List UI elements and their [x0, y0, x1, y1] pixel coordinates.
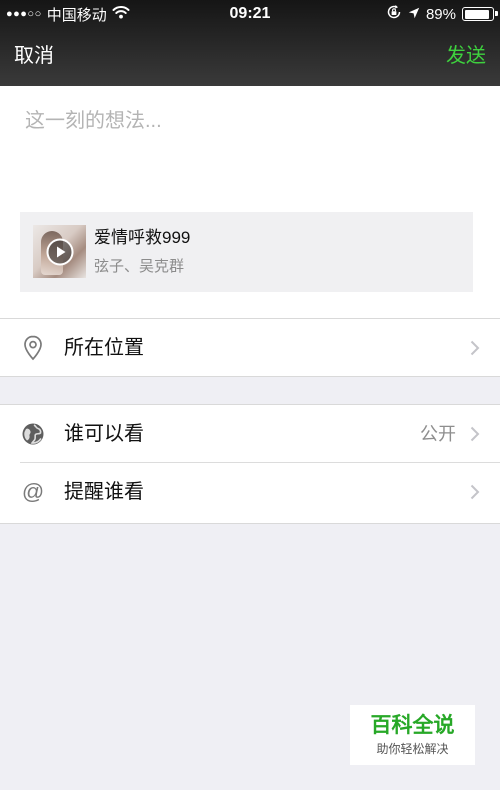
at-icon: @ [20, 479, 46, 505]
at-glyph: @ [21, 479, 45, 504]
mention-row[interactable]: @ 提醒谁看 [0, 462, 500, 521]
song-artist: 弦子、吴克群 [94, 258, 185, 275]
battery-icon [462, 7, 498, 21]
visibility-row[interactable]: 谁可以看 公开 [0, 405, 500, 463]
album-thumbnail [33, 225, 86, 278]
chevron-right-icon [470, 484, 480, 500]
header: ●●●○○ 中国移动 09:21 89% 取消 发送 [0, 0, 500, 86]
orientation-lock-icon [386, 4, 402, 24]
cancel-button[interactable]: 取消 [14, 42, 54, 70]
post-text-input[interactable] [25, 106, 475, 196]
location-label: 所在位置 [64, 337, 144, 359]
location-group: 所在位置 [0, 318, 500, 377]
status-bar: ●●●○○ 中国移动 09:21 89% [0, 0, 500, 28]
location-pin-icon [20, 335, 46, 361]
chevron-right-icon [470, 426, 480, 442]
location-arrow-icon [408, 6, 420, 23]
status-left: ●●●○○ 中国移动 [6, 4, 130, 24]
battery-percent: 89% [425, 5, 456, 23]
visibility-value: 公开 [420, 424, 456, 444]
status-right: 89% [386, 4, 498, 24]
visibility-label: 谁可以看 [64, 423, 144, 445]
battery-tip [494, 11, 498, 16]
song-title: 爱情呼救999 [94, 228, 191, 247]
send-button[interactable]: 发送 [446, 42, 486, 70]
music-share-card[interactable]: 爱情呼救999 弦子、吴克群 [20, 212, 473, 292]
signal-strength: ●●●○○ [6, 8, 42, 20]
battery-level [464, 9, 489, 19]
nav-bar: 取消 发送 [0, 28, 500, 86]
mention-label: 提醒谁看 [64, 481, 144, 503]
watermark-subtitle: 助你轻松解决 [376, 742, 449, 756]
watermark-title: 百科全说 [370, 714, 455, 737]
globe-icon [20, 421, 46, 447]
wifi-icon [112, 5, 130, 23]
watermark-logo: 百科全说 助你轻松解决 [350, 705, 475, 765]
carrier-name: 中国移动 [46, 6, 107, 24]
location-row[interactable]: 所在位置 [0, 319, 500, 377]
chevron-right-icon [470, 340, 480, 356]
play-icon[interactable] [46, 238, 74, 266]
status-time: 09:21 [229, 5, 271, 22]
compose-area: 爱情呼救999 弦子、吴克群 [0, 86, 500, 318]
privacy-group: 谁可以看 公开 @ 提醒谁看 [0, 404, 500, 524]
